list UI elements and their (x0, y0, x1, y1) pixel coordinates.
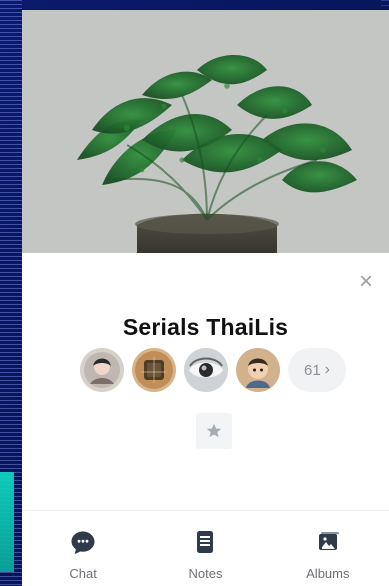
close-button[interactable]: × (353, 269, 379, 295)
avatar-1-illustration (80, 348, 124, 392)
star-icon (206, 423, 222, 437)
background-accent (0, 472, 14, 572)
favorite-button[interactable] (196, 413, 232, 449)
close-icon: × (358, 268, 373, 295)
members-count-button[interactable]: 61 › (288, 348, 346, 392)
cover-image (22, 10, 389, 253)
notes-icon-svg (197, 531, 214, 553)
bottom-navigation: Chat Notes Albums (22, 520, 389, 586)
group-name: Serials ThaiLis (122, 314, 289, 340)
members-count: 61 (303, 361, 321, 379)
nav-albums[interactable]: Albums (267, 520, 389, 581)
avatar-2-illustration (132, 348, 176, 392)
divider (22, 510, 389, 511)
notes-icon (189, 526, 221, 558)
nav-albums-label: Albums (306, 566, 350, 581)
member-avatar-1[interactable] (80, 348, 124, 392)
group-profile-panel: × Serials ThaiLis 61 › Chat Notes Albums (22, 10, 389, 586)
albums-icon-svg (318, 532, 339, 550)
member-avatar-3[interactable] (184, 348, 228, 392)
avatar-3-illustration (184, 348, 228, 392)
albums-icon (312, 526, 344, 558)
chat-icon-svg (71, 531, 95, 554)
nav-chat[interactable]: Chat (22, 520, 144, 581)
chat-icon (67, 526, 99, 558)
cover-plant-illustration (22, 10, 389, 253)
chevron-right-icon: › (324, 360, 330, 378)
nav-chat-label: Chat (69, 566, 97, 581)
nav-notes[interactable]: Notes (144, 520, 266, 581)
member-avatars-row: 61 › (80, 348, 346, 392)
nav-notes-label: Notes (188, 566, 223, 581)
avatar-4-illustration (236, 348, 280, 392)
member-avatar-4[interactable] (236, 348, 280, 392)
member-avatar-2[interactable] (132, 348, 176, 392)
